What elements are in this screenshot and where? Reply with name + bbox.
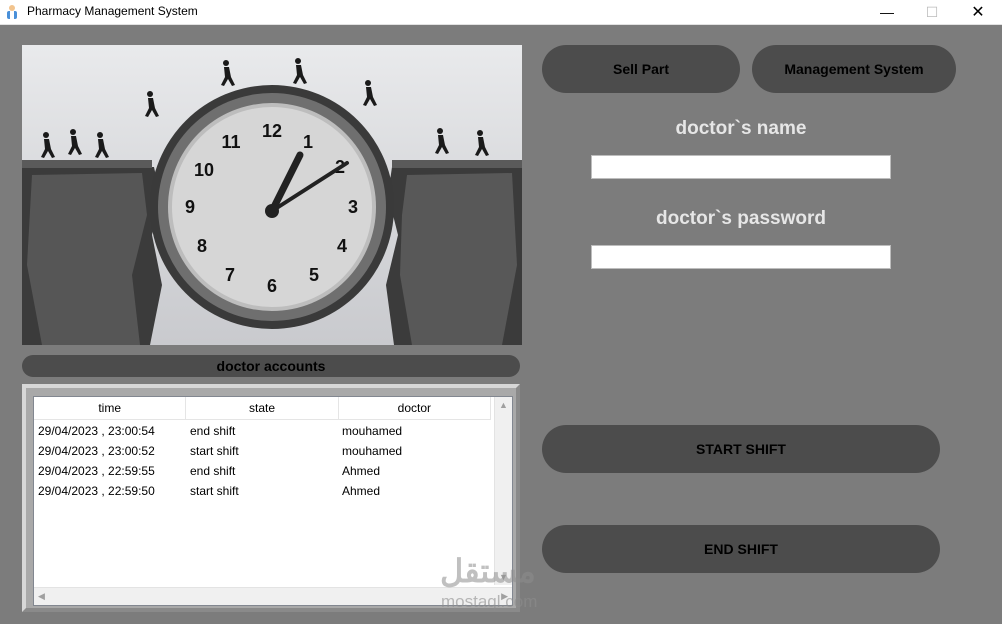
cell-time: 29/04/2023 , 22:59:50	[38, 484, 155, 498]
table-row[interactable]: 29/04/2023 , 22:59:50 start shift Ahmed	[34, 481, 491, 501]
pharmacist-icon	[7, 5, 17, 19]
cell-state: start shift	[190, 484, 239, 498]
minimize-button[interactable]: —	[864, 0, 910, 24]
management-system-button[interactable]: Management System	[752, 45, 956, 93]
clock-number: 7	[225, 265, 235, 285]
cell-doctor: mouhamed	[342, 444, 403, 458]
doctor-password-label: doctor`s password	[656, 208, 826, 229]
clock-number: 11	[221, 132, 240, 152]
clock-number: 3	[348, 197, 358, 217]
clock-number: 1	[303, 132, 313, 152]
clock-bridge-image: 12 1 2 3 4 5 6 7 8 9 10 11	[22, 45, 522, 345]
doctor-name-label: doctor`s name	[675, 118, 807, 139]
doctor-name-input[interactable]	[591, 155, 891, 179]
cell-doctor: Ahmed	[342, 484, 381, 498]
table-header: time state doctor	[34, 397, 491, 420]
cell-time: 29/04/2023 , 22:59:55	[38, 464, 155, 478]
cell-time: 29/04/2023 , 23:00:54	[38, 424, 155, 438]
clock-number: 9	[185, 197, 195, 217]
window-title: Pharmacy Management System	[27, 4, 198, 18]
clock-number: 12	[262, 121, 282, 141]
start-shift-button[interactable]: START SHIFT	[542, 425, 940, 473]
clock-number: 10	[194, 160, 214, 180]
table-row[interactable]: 29/04/2023 , 23:00:54 end shift mouhamed	[34, 421, 491, 441]
cell-state: start shift	[190, 444, 239, 458]
scroll-up-icon[interactable]: ▲	[499, 400, 508, 410]
watermark-url: mostaql.com	[441, 592, 538, 611]
watermark-logo: مستقل	[440, 553, 536, 589]
cell-doctor: Ahmed	[342, 464, 381, 478]
scroll-left-icon[interactable]: ◀	[38, 591, 45, 602]
end-shift-button[interactable]: END SHIFT	[542, 525, 940, 573]
clock-number: 6	[267, 276, 277, 296]
close-button[interactable]: ✕	[955, 0, 1001, 24]
table-row[interactable]: 29/04/2023 , 23:00:52 start shift mouham…	[34, 441, 491, 461]
column-header-time[interactable]: time	[34, 397, 187, 419]
doctor-accounts-header: doctor accounts	[22, 355, 520, 377]
column-header-state[interactable]: state	[186, 397, 339, 419]
cell-state: end shift	[190, 424, 236, 438]
maximize-button[interactable]: ☐	[909, 0, 955, 24]
clock-number: 5	[309, 265, 319, 285]
clock-number: 8	[197, 236, 207, 256]
cell-doctor: mouhamed	[342, 424, 403, 438]
title-bar: Pharmacy Management System — ☐ ✕	[0, 0, 1002, 25]
sell-part-button[interactable]: Sell Part	[542, 45, 740, 93]
doctor-password-input[interactable]	[591, 245, 891, 269]
clock-bridge-illustration: 12 1 2 3 4 5 6 7 8 9 10 11	[22, 58, 522, 345]
cell-time: 29/04/2023 , 23:00:52	[38, 444, 155, 458]
column-header-doctor[interactable]: doctor	[339, 397, 491, 419]
table-row[interactable]: 29/04/2023 , 22:59:55 end shift Ahmed	[34, 461, 491, 481]
cell-state: end shift	[190, 464, 236, 478]
clock-number: 4	[337, 236, 347, 256]
